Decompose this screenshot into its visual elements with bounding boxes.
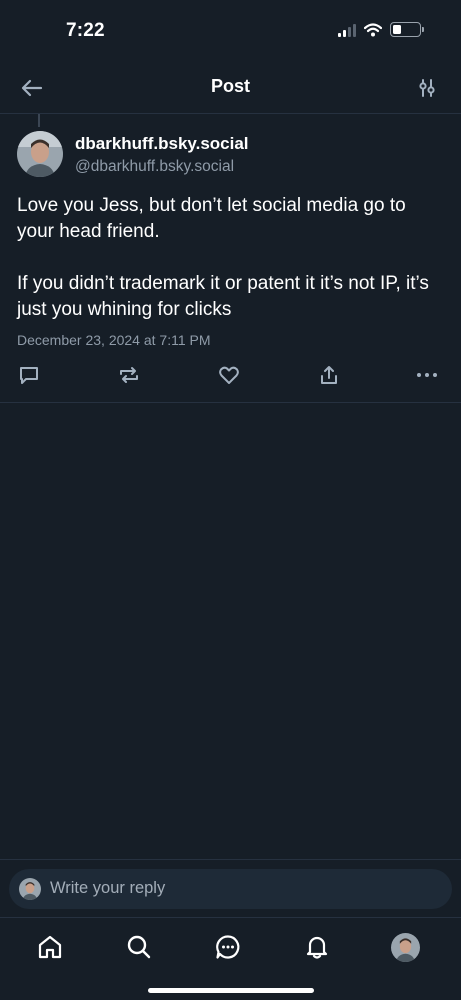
tab-chat[interactable] [211,930,245,964]
reply-area: Write your reply [0,859,461,917]
like-button[interactable] [216,362,242,388]
tab-search[interactable] [122,930,156,964]
reply-avatar [19,878,41,900]
share-icon [321,366,337,384]
chat-icon [216,935,240,959]
avatar[interactable] [17,131,63,177]
repost-icon [120,367,138,383]
tab-notifications[interactable] [300,930,334,964]
tab-profile[interactable] [388,930,422,964]
home-indicator [148,988,314,993]
battery-icon [390,22,424,37]
post: dbarkhuff.bsky.social @dbarkhuff.bsky.so… [0,114,461,403]
like-icon [219,366,239,384]
status-bar: 7:22 [0,0,461,62]
search-icon [127,935,151,959]
post-actions [0,362,461,388]
post-text: Love you Jess, but don’t let social medi… [17,195,429,320]
reply-icon [20,367,38,384]
handle[interactable]: @dbarkhuff.bsky.social [75,158,234,176]
share-button[interactable] [316,362,342,388]
page-title: Post [210,76,250,96]
home-icon [38,935,62,959]
more-icon [417,373,437,377]
timestamp: December 23, 2024 at 7:11 PM [17,332,211,348]
bell-icon [306,936,328,959]
post-header: Post [0,62,461,114]
signal-icon [338,23,356,37]
profile-avatar [390,932,420,962]
sliders-icon [419,79,435,97]
status-time: 7:22 [66,20,105,41]
reply-button[interactable] [16,362,42,388]
reply-placeholder: Write your reply [50,879,166,897]
thread-line [38,114,40,127]
display-name[interactable]: dbarkhuff.bsky.social [75,134,249,154]
tab-bar [0,917,461,1000]
status-icons [338,22,424,37]
tab-home[interactable] [33,930,67,964]
repost-button[interactable] [116,362,142,388]
wifi-icon [364,22,382,36]
reply-input[interactable]: Write your reply [9,869,452,909]
more-button[interactable] [414,362,440,388]
thread-settings-button[interactable] [413,74,441,102]
